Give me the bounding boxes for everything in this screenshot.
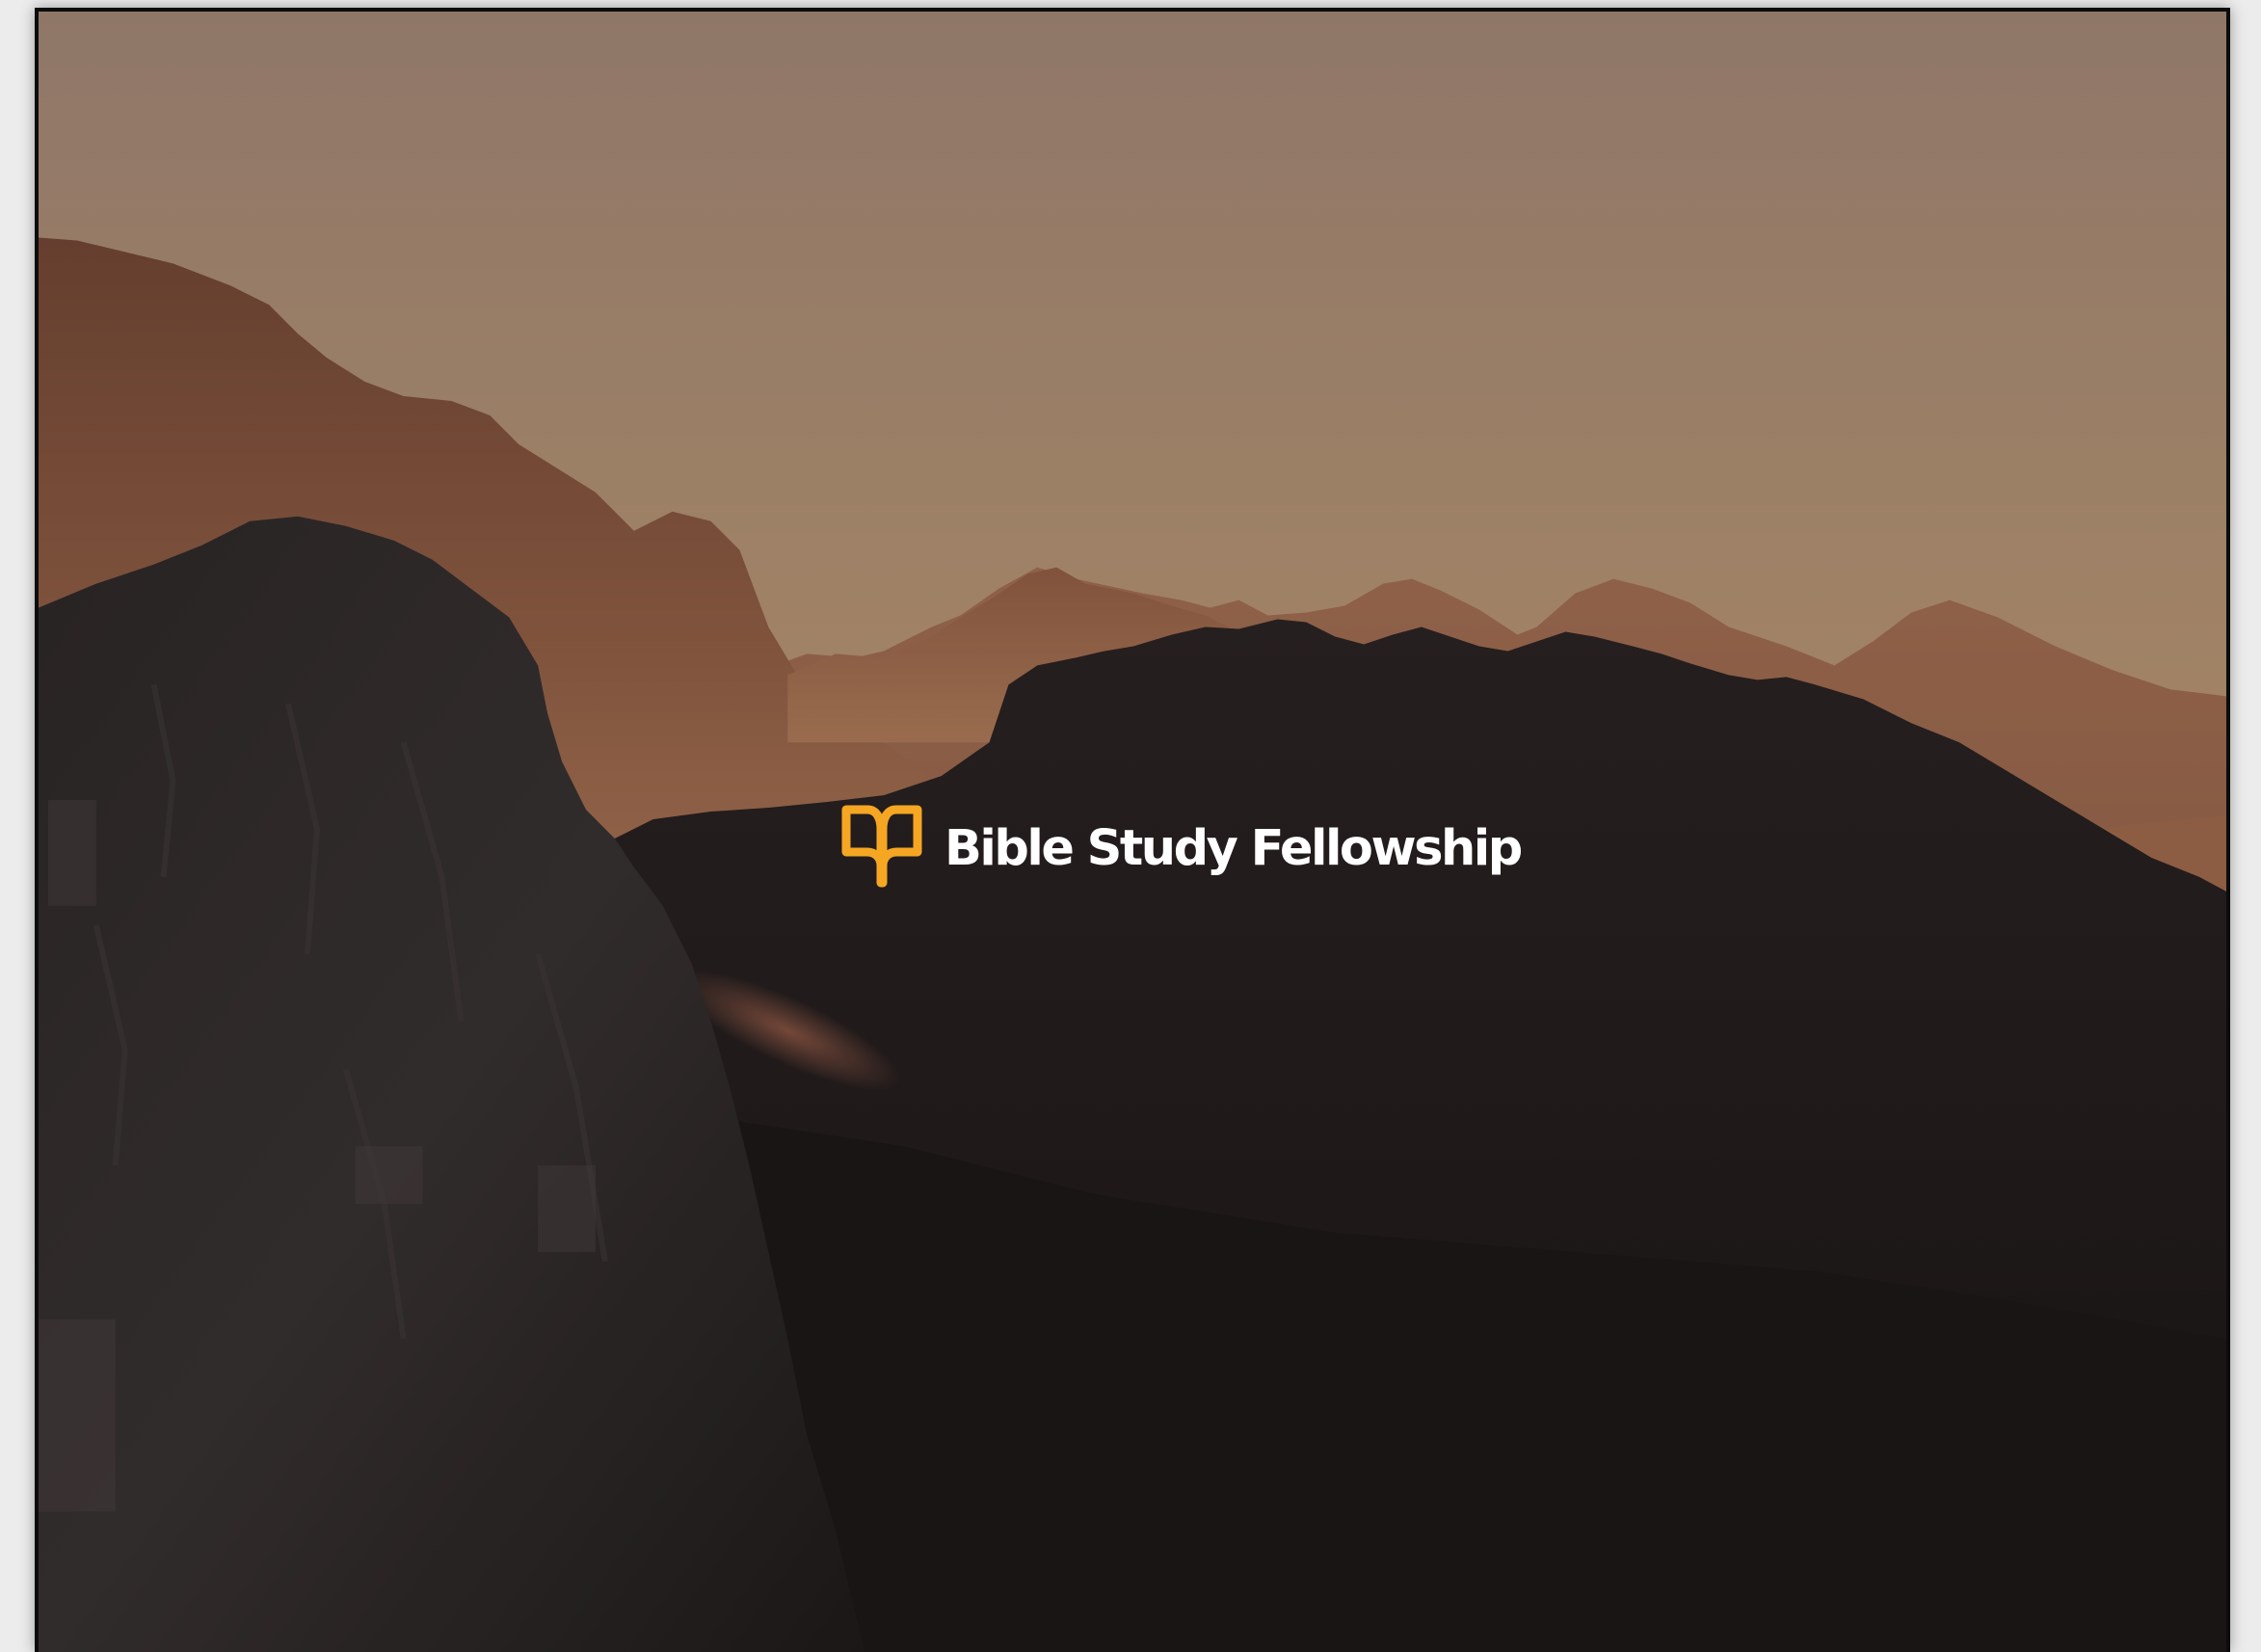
splash-screen: Bible Study Fellowship — [35, 8, 2230, 1652]
open-book-icon — [841, 805, 922, 888]
brand-wordmark: Bible Study Fellowship — [944, 819, 1523, 877]
brand-logo: Bible Study Fellowship — [838, 800, 1523, 893]
